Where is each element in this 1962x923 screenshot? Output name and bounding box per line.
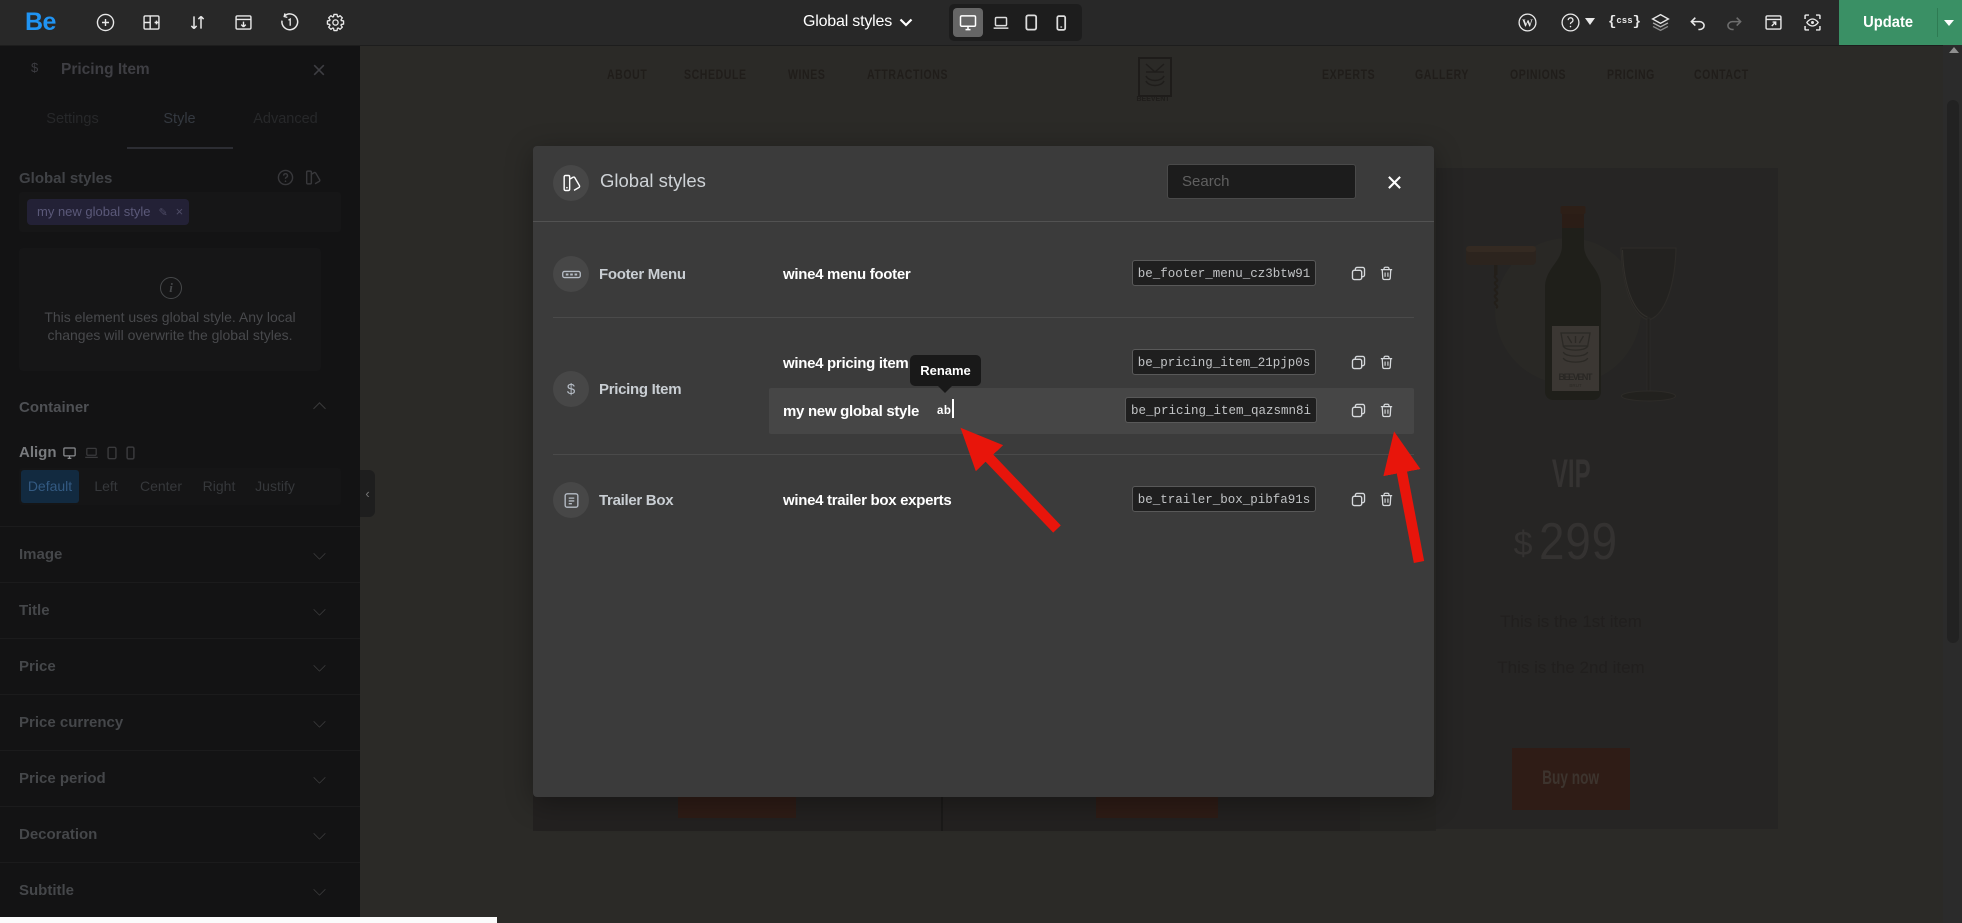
svg-text:W: W [1522,17,1533,29]
svg-text:BEEVENT: BEEVENT [1559,372,1594,382]
svg-text:BRUT: BRUT [1569,383,1582,388]
